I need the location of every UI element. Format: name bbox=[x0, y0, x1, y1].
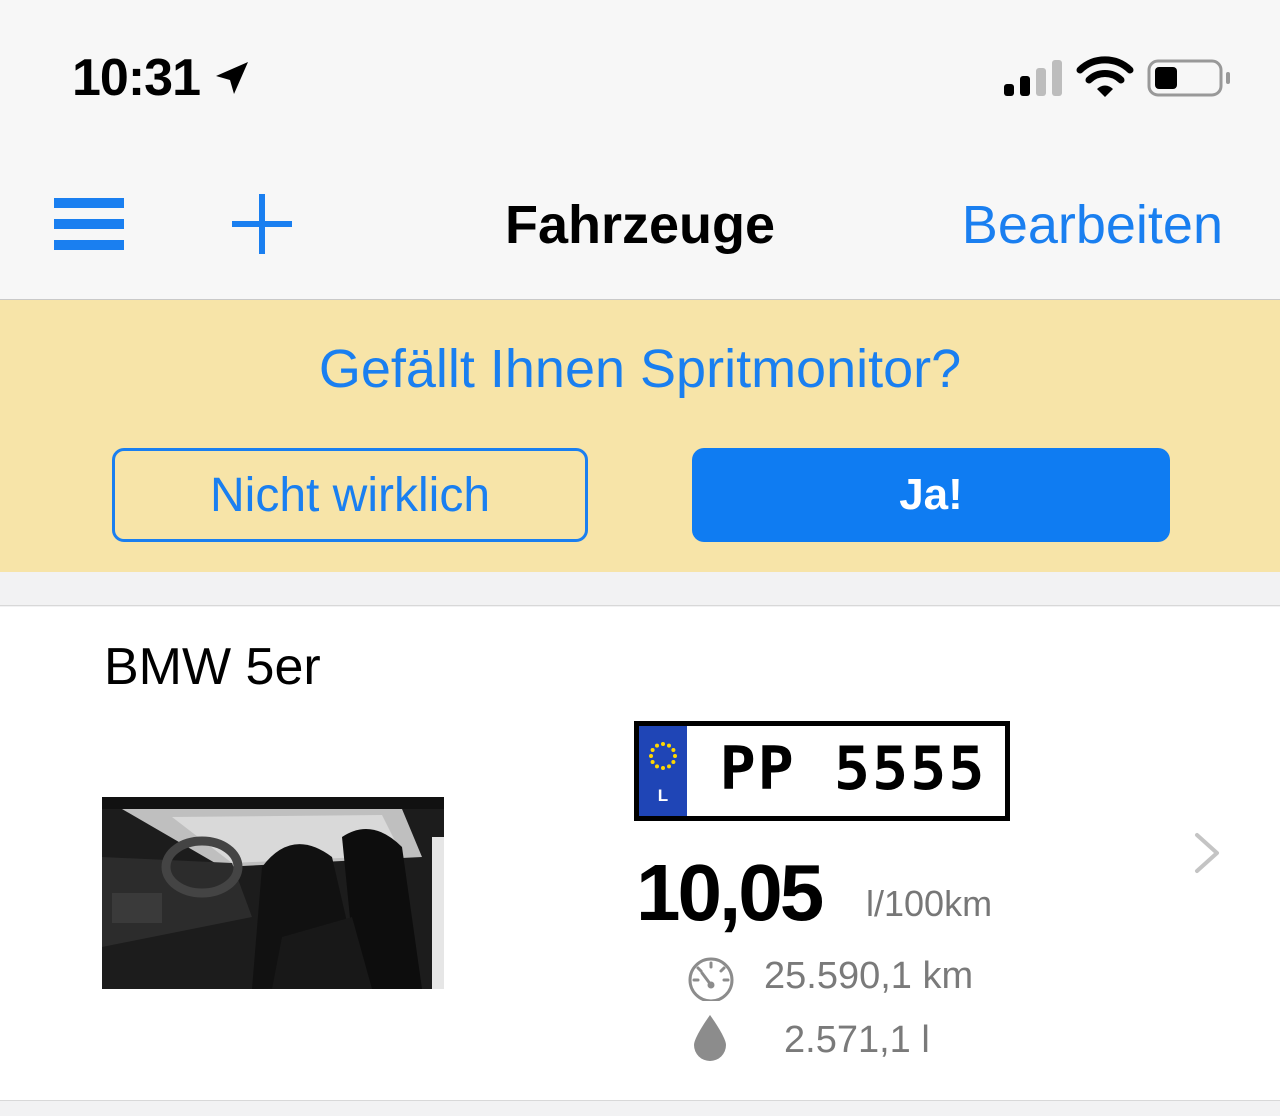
eu-stars-icon bbox=[649, 742, 677, 770]
section-separator bbox=[0, 572, 1280, 606]
plate-country-code: L bbox=[657, 786, 669, 805]
vehicle-name: BMW 5er bbox=[104, 638, 321, 696]
speedometer-icon bbox=[688, 957, 734, 1001]
vehicle-photo bbox=[102, 797, 444, 989]
decline-button[interactable]: Nicht wirklich bbox=[112, 448, 588, 542]
eu-band: L bbox=[639, 726, 687, 816]
wifi-icon bbox=[1076, 56, 1134, 97]
cellular-signal-icon bbox=[1004, 60, 1062, 96]
consumption-unit: l/100km bbox=[866, 883, 993, 924]
rating-banner: Gefällt Ihnen Spritmonitor? Nicht wirkli… bbox=[0, 300, 1280, 572]
odometer-value: 25.590,1 km bbox=[764, 955, 974, 997]
rating-question: Gefällt Ihnen Spritmonitor? bbox=[318, 339, 962, 399]
status-time: 10:31 bbox=[72, 49, 201, 107]
plus-icon[interactable] bbox=[230, 192, 294, 256]
status-bar: 10:31 bbox=[0, 0, 1280, 150]
navigation-bar: Fahrzeuge Bearbeiten bbox=[0, 150, 1280, 300]
hamburger-menu-icon[interactable] bbox=[54, 198, 124, 250]
fuel-total-value: 2.571,1 l bbox=[784, 1019, 930, 1061]
license-plate: L PP 5555 bbox=[634, 721, 1010, 821]
vehicle-list-item[interactable]: BMW 5er L PP 5555 10,05 l/100km 25.590,1… bbox=[0, 607, 1280, 1101]
plate-number: PP 5555 bbox=[719, 734, 987, 804]
fuel-drop-icon bbox=[694, 1015, 726, 1061]
consumption-value: 10,05 bbox=[636, 848, 824, 937]
accept-button[interactable]: Ja! bbox=[692, 448, 1170, 542]
edit-button[interactable]: Bearbeiten bbox=[962, 194, 1223, 256]
battery-icon bbox=[1147, 59, 1230, 97]
chevron-right-icon bbox=[1195, 833, 1219, 873]
location-arrow-icon bbox=[216, 62, 248, 94]
